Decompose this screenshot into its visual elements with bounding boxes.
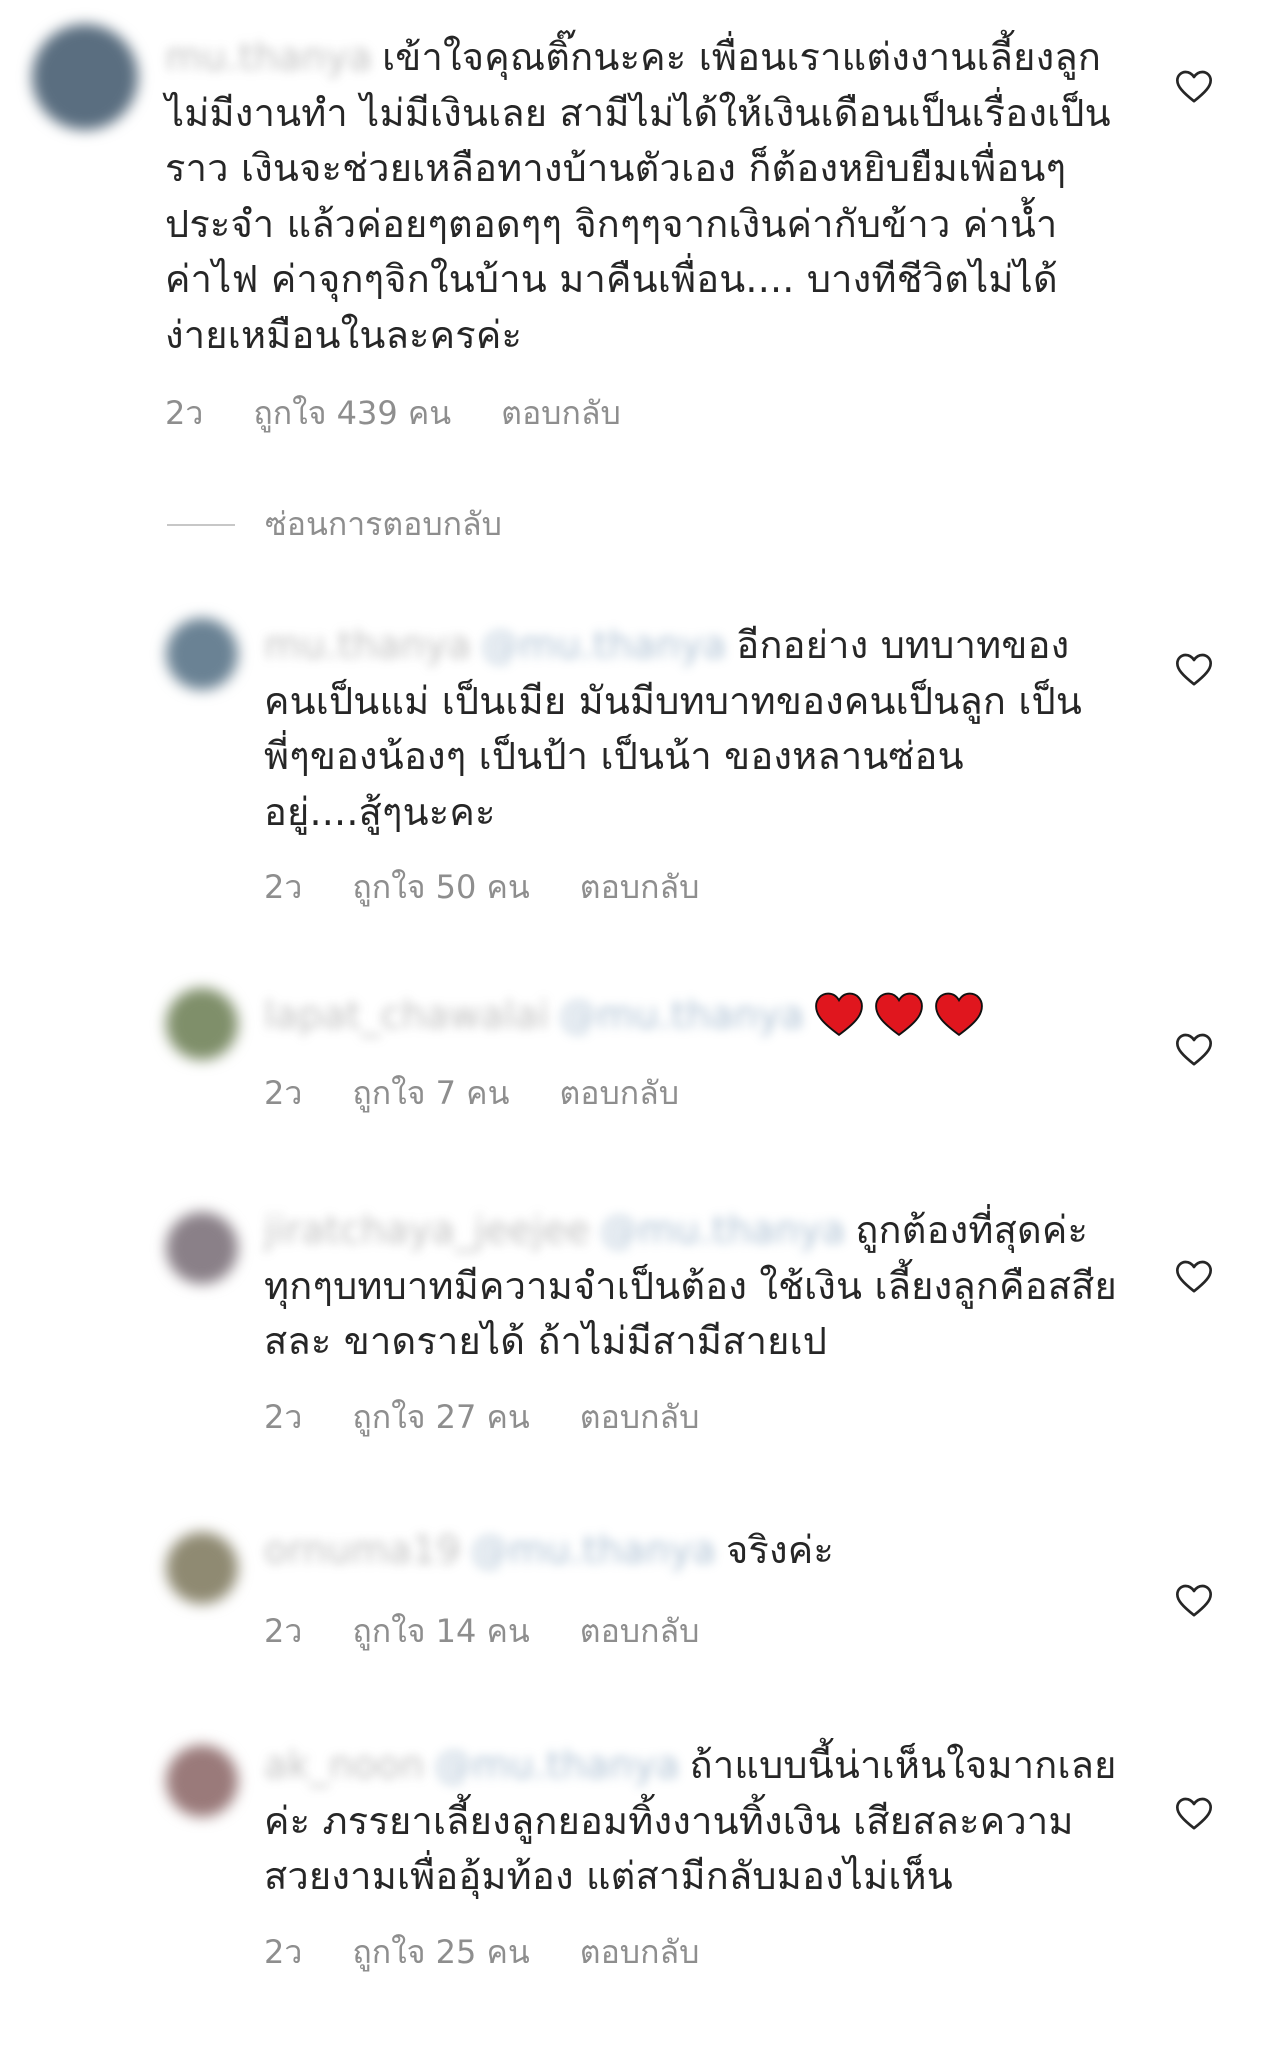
- red-heart-emoji-icon: [815, 992, 864, 1036]
- like-heart-icon[interactable]: [1174, 1794, 1214, 1834]
- avatar[interactable]: [166, 618, 238, 690]
- reply-comment: mu.thanya @mu.thanya อีกอย่าง บทบาทของคนเป…: [0, 600, 1280, 920]
- timestamp[interactable]: 2ว: [264, 1606, 302, 1657]
- username[interactable]: mu.thanya: [165, 35, 372, 79]
- likes-count[interactable]: ถูกใจ 7 คน: [352, 1068, 509, 1119]
- avatar[interactable]: [32, 24, 138, 130]
- reply-button[interactable]: ตอบกลับ: [501, 388, 621, 439]
- comment-body: ak_noon @mu.thanya ถ้าแบบนี้น่าเห็นใจมากเล…: [264, 1738, 1124, 1905]
- reply-button[interactable]: ตอบกลับ: [559, 1068, 679, 1119]
- reply-comment: jiratchaya_jeejee @mu.thanya ถูกต้องที่สุด…: [0, 1200, 1280, 1450]
- like-heart-icon[interactable]: [1174, 67, 1214, 107]
- like-heart-icon[interactable]: [1174, 650, 1214, 690]
- comment-body: lapat_chawalai @mu.thanya: [264, 988, 1084, 1044]
- avatar[interactable]: [166, 988, 238, 1060]
- comment-body: mu.thanya @mu.thanya อีกอย่าง บทบาทของคนเป…: [264, 618, 1084, 840]
- hide-replies-label[interactable]: ซ่อนการตอบกลับ: [265, 499, 502, 550]
- timestamp[interactable]: 2ว: [165, 388, 203, 439]
- red-heart-emoji-icon: [875, 992, 924, 1036]
- like-heart-icon[interactable]: [1174, 1257, 1214, 1297]
- avatar[interactable]: [166, 1532, 238, 1604]
- comment-text: จริงค่ะ: [725, 1528, 835, 1572]
- reply-button[interactable]: ตอบกลับ: [580, 1606, 700, 1657]
- reply-comment: lapat_chawalai @mu.thanya 2ว ถูกใจ 7 คน ต…: [0, 978, 1280, 1138]
- divider-line: [167, 523, 235, 526]
- mention[interactable]: @mu.thanya: [559, 993, 804, 1037]
- comment-meta: 2ว ถูกใจ 439 คน ตอบกลับ: [165, 388, 621, 439]
- avatar[interactable]: [166, 1212, 238, 1284]
- reply-comment: ak_noon @mu.thanya ถ้าแบบนี้น่าเห็นใจมากเล…: [0, 1735, 1280, 1975]
- comment-meta: 2ว ถูกใจ 25 คน ตอบกลับ: [264, 1927, 699, 1978]
- timestamp[interactable]: 2ว: [264, 1068, 302, 1119]
- emoji-hearts: [814, 992, 994, 1037]
- timestamp[interactable]: 2ว: [264, 1927, 302, 1978]
- likes-count[interactable]: ถูกใจ 14 คน: [352, 1606, 529, 1657]
- mention[interactable]: @mu.thanya: [471, 1528, 716, 1572]
- username[interactable]: jiratchaya_jeejee: [264, 1208, 590, 1252]
- main-comment: mu.thanya เข้าใจคุณติ๊กนะคะ เพื่อนเราแต่ง…: [0, 0, 1280, 440]
- username[interactable]: ak_noon: [264, 1743, 424, 1787]
- reply-button[interactable]: ตอบกลับ: [580, 862, 700, 913]
- mention[interactable]: @mu.thanya: [434, 1743, 679, 1787]
- timestamp[interactable]: 2ว: [264, 862, 302, 913]
- reply-button[interactable]: ตอบกลับ: [580, 1927, 700, 1978]
- comment-text: เข้าใจคุณติ๊กนะคะ เพื่อนเราแต่งงานเลี้ยง…: [165, 35, 1111, 357]
- reply-button[interactable]: ตอบกลับ: [580, 1392, 700, 1443]
- reply-comment: ornuma19 @mu.thanya จริงค่ะ 2ว ถูกใจ 14 คน…: [0, 1520, 1280, 1660]
- like-heart-icon[interactable]: [1174, 1030, 1214, 1070]
- mention[interactable]: @mu.thanya: [481, 623, 726, 667]
- comment-body: jiratchaya_jeejee @mu.thanya ถูกต้องที่สุด…: [264, 1203, 1124, 1370]
- comment-meta: 2ว ถูกใจ 14 คน ตอบกลับ: [264, 1606, 699, 1657]
- hide-replies-toggle[interactable]: ซ่อนการตอบกลับ: [167, 499, 502, 550]
- comment-meta: 2ว ถูกใจ 7 คน ตอบกลับ: [264, 1068, 679, 1119]
- comment-body: ornuma19 @mu.thanya จริงค่ะ: [264, 1523, 1124, 1579]
- username[interactable]: ornuma19: [264, 1528, 461, 1572]
- avatar[interactable]: [166, 1745, 238, 1817]
- username[interactable]: lapat_chawalai: [264, 993, 549, 1037]
- likes-count[interactable]: ถูกใจ 439 คน: [253, 388, 451, 439]
- like-heart-icon[interactable]: [1174, 1581, 1214, 1621]
- likes-count[interactable]: ถูกใจ 50 คน: [352, 862, 529, 913]
- likes-count[interactable]: ถูกใจ 25 คน: [352, 1927, 529, 1978]
- red-heart-emoji-icon: [935, 992, 984, 1036]
- comment-meta: 2ว ถูกใจ 50 คน ตอบกลับ: [264, 862, 699, 913]
- mention[interactable]: @mu.thanya: [600, 1208, 845, 1252]
- username[interactable]: mu.thanya: [264, 623, 471, 667]
- timestamp[interactable]: 2ว: [264, 1392, 302, 1443]
- comments-page: mu.thanya เข้าใจคุณติ๊กนะคะ เพื่อนเราแต่ง…: [0, 0, 1280, 2048]
- comment-meta: 2ว ถูกใจ 27 คน ตอบกลับ: [264, 1392, 699, 1443]
- comment-body: mu.thanya เข้าใจคุณติ๊กนะคะ เพื่อนเราแต่ง…: [165, 30, 1115, 363]
- likes-count[interactable]: ถูกใจ 27 คน: [352, 1392, 529, 1443]
